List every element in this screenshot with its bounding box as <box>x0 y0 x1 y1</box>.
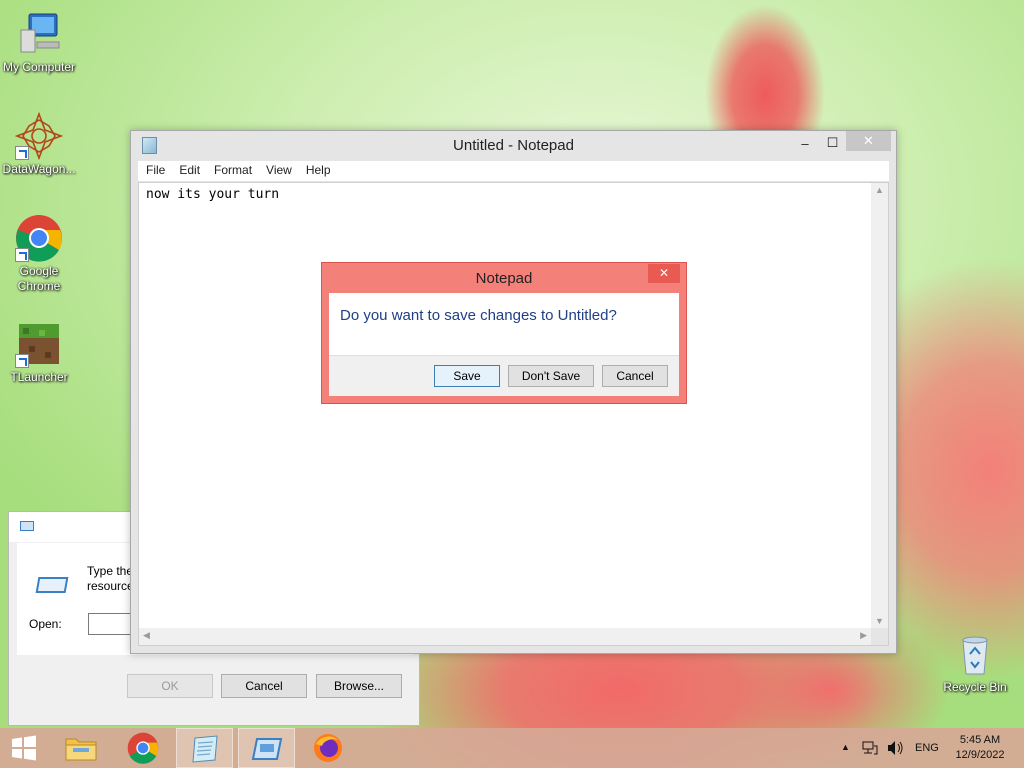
save-dialog-button-bar: Save Don't Save Cancel <box>329 355 679 396</box>
save-dialog-title: Notepad <box>475 270 533 287</box>
clock-time: 5:45 AM <box>959 734 1001 746</box>
save-dialog-body: Do you want to save changes to Untitled? <box>329 293 679 355</box>
recycle-bin-icon <box>951 630 999 678</box>
run-icon <box>251 738 283 760</box>
notepad-menu-bar: File Edit Format View Help <box>138 161 889 181</box>
save-button[interactable]: Save <box>434 365 500 387</box>
file-explorer-icon <box>65 738 97 761</box>
tlauncher-icon <box>15 320 63 368</box>
language-indicator[interactable]: ENG <box>915 742 939 768</box>
desktop-icon-google-chrome[interactable]: Google Chrome <box>0 214 78 294</box>
run-ok-button[interactable]: OK <box>127 674 213 698</box>
firefox-icon <box>314 734 342 762</box>
desktop-icon-datawagon[interactable]: DataWagon... <box>0 111 78 177</box>
cancel-button[interactable]: Cancel <box>602 365 668 387</box>
menu-file[interactable]: File <box>138 161 171 177</box>
volume-icon[interactable] <box>886 740 904 768</box>
shortcut-arrow-icon <box>15 354 29 368</box>
notepad-title-bar[interactable]: Untitled - Notepad ‒ ☐ ✕ <box>131 131 896 161</box>
clock-date: 12/9/2022 <box>955 749 1005 761</box>
desktop-icon-label: My Computer <box>2 60 76 74</box>
desktop-icon-label: DataWagon... <box>2 162 76 176</box>
save-dialog-message: Do you want to save changes to Untitled? <box>340 307 617 324</box>
desktop-icon-my-computer[interactable]: My Computer <box>0 10 78 75</box>
menu-help[interactable]: Help <box>298 161 337 177</box>
run-browse-button[interactable]: Browse... <box>316 674 402 698</box>
taskbar-notepad[interactable] <box>176 728 233 768</box>
notepad-text-area[interactable]: now its your turn ▲ ▼ ◀ ▶ <box>138 182 889 646</box>
desktop-icon-label: Recycle Bin <box>943 680 1007 694</box>
datawagon-icon <box>14 111 64 161</box>
taskbar-firefox[interactable] <box>300 728 357 768</box>
taskbar-chrome[interactable] <box>114 728 171 768</box>
shortcut-arrow-icon <box>15 248 29 262</box>
computer-icon <box>15 10 63 58</box>
taskbar: ▲ ENG 5:45 AM 12/9/2022 <box>0 728 1024 768</box>
desktop-icon-tlauncher[interactable]: TLauncher <box>0 320 78 385</box>
notepad-icon <box>192 735 218 763</box>
clock[interactable]: 5:45 AM 12/9/2022 <box>948 733 1012 768</box>
run-icon <box>35 577 69 593</box>
start-button[interactable] <box>0 728 48 768</box>
chrome-icon <box>127 732 159 764</box>
scroll-up-icon[interactable]: ▲ <box>875 185 884 195</box>
taskbar-file-explorer[interactable] <box>53 728 110 768</box>
start-icon <box>12 735 36 761</box>
menu-format[interactable]: Format <box>206 161 258 177</box>
desktop-icon-recycle-bin[interactable]: Recycle Bin <box>936 630 1014 695</box>
dont-save-button[interactable]: Don't Save <box>508 365 594 387</box>
menu-edit[interactable]: Edit <box>171 161 206 177</box>
vertical-scrollbar[interactable]: ▲ ▼ <box>871 183 888 628</box>
save-changes-dialog: Notepad ✕ Do you want to save changes to… <box>321 262 687 404</box>
notepad-content: now its your turn <box>146 187 280 202</box>
network-icon[interactable] <box>862 740 878 768</box>
horizontal-scrollbar[interactable]: ◀ ▶ <box>139 628 871 645</box>
scrollbar-corner <box>871 628 888 645</box>
shortcut-arrow-icon <box>15 146 29 160</box>
scroll-right-icon[interactable]: ▶ <box>860 630 867 641</box>
desktop-icon-label: Google Chrome <box>17 264 61 293</box>
scroll-left-icon[interactable]: ◀ <box>143 630 150 641</box>
save-dialog-close-button[interactable]: ✕ <box>648 264 680 283</box>
menu-view[interactable]: View <box>258 161 298 177</box>
chrome-icon <box>15 214 63 262</box>
notepad-title: Untitled - Notepad <box>453 137 574 154</box>
run-open-label: Open: <box>29 617 62 631</box>
maximize-button[interactable]: ☐ <box>819 133 846 153</box>
tray-chevron-icon[interactable]: ▲ <box>841 742 850 768</box>
close-button[interactable]: ✕ <box>846 131 891 151</box>
run-cancel-button[interactable]: Cancel <box>221 674 307 698</box>
scroll-down-icon[interactable]: ▼ <box>875 616 884 626</box>
desktop-icon-label: TLauncher <box>10 370 68 384</box>
run-app-icon <box>20 521 34 531</box>
minimize-button[interactable]: ‒ <box>791 134 819 154</box>
taskbar-run[interactable] <box>238 728 295 768</box>
